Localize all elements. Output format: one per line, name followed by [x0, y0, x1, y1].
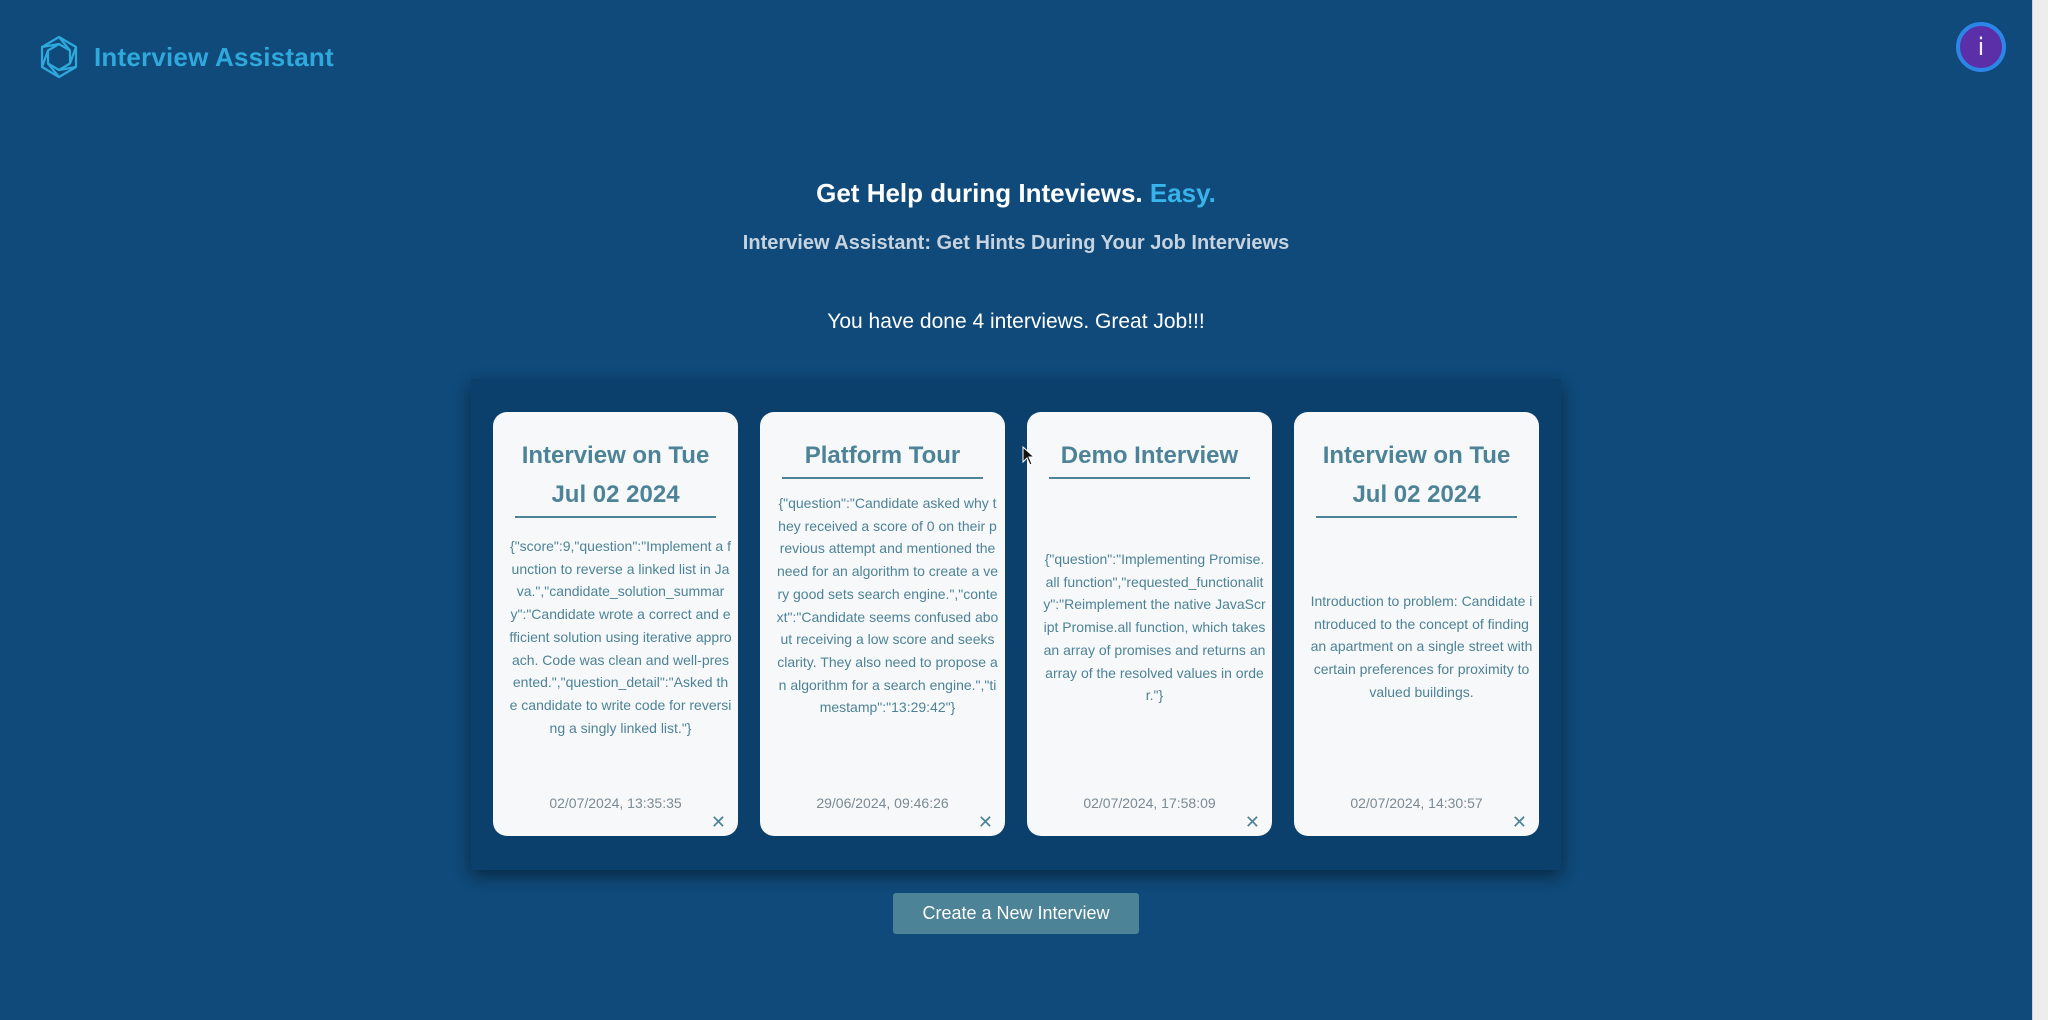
interview-count-text: You have done 4 interviews. Great Job!!! — [827, 310, 1205, 333]
hero-title-accent: Easy. — [1149, 178, 1216, 208]
card-title: Demo Interview — [1049, 436, 1250, 479]
delete-card-icon[interactable]: ✕ — [1512, 812, 1527, 833]
card-timestamp: 02/07/2024, 14:30:57 — [1350, 795, 1483, 811]
delete-card-icon[interactable]: ✕ — [1245, 812, 1260, 833]
interview-card[interactable]: Platform Tour {"question":"Candidate ask… — [760, 412, 1005, 836]
avatar-letter: i — [1977, 33, 1985, 61]
app-title: Interview Assistant — [94, 41, 334, 72]
card-summary: {"question":"Implementing Promise.all fu… — [1043, 551, 1266, 704]
interview-card[interactable]: Interview on Tue Jul 02 2024 Introductio… — [1294, 412, 1539, 836]
create-interview-button[interactable]: Create a New Interview — [893, 893, 1139, 934]
hero-title: Get Help during Inteviews. Easy. — [0, 178, 2032, 209]
card-timestamp: 02/07/2024, 13:35:35 — [549, 795, 682, 811]
interview-card[interactable]: Demo Interview {"question":"Implementing… — [1027, 412, 1272, 836]
card-timestamp: 29/06/2024, 09:46:26 — [816, 795, 949, 811]
user-avatar[interactable]: i — [1956, 22, 2006, 72]
card-title: Interview on Tue Jul 02 2024 — [1316, 436, 1517, 518]
delete-card-icon[interactable]: ✕ — [978, 812, 993, 833]
hero-title-main: Get Help during Inteviews. — [816, 178, 1150, 208]
card-summary: {"question":"Candidate asked why they re… — [776, 495, 999, 716]
mouse-cursor-icon — [1022, 446, 1036, 466]
card-timestamp: 02/07/2024, 17:58:09 — [1083, 795, 1216, 811]
card-summary: Introduction to problem: Candidate intro… — [1310, 593, 1533, 700]
brand[interactable]: Interview Assistant — [36, 34, 334, 80]
card-summary: {"score":9,"question":"Implement a funct… — [509, 538, 732, 736]
hexagon-spiral-logo-icon — [40, 35, 78, 79]
page: Interview Assistant i Get Help during In… — [0, 0, 2048, 1020]
vertical-scrollbar[interactable] — [2032, 0, 2048, 1020]
delete-card-icon[interactable]: ✕ — [711, 812, 726, 833]
hero-subtitle: Interview Assistant: Get Hints During Yo… — [742, 232, 1290, 254]
interview-card[interactable]: Interview on Tue Jul 02 2024 {"score":9,… — [493, 412, 738, 836]
card-title: Platform Tour — [782, 436, 983, 479]
interview-cards-panel: Interview on Tue Jul 02 2024 {"score":9,… — [471, 379, 1561, 870]
card-title: Interview on Tue Jul 02 2024 — [515, 436, 716, 518]
